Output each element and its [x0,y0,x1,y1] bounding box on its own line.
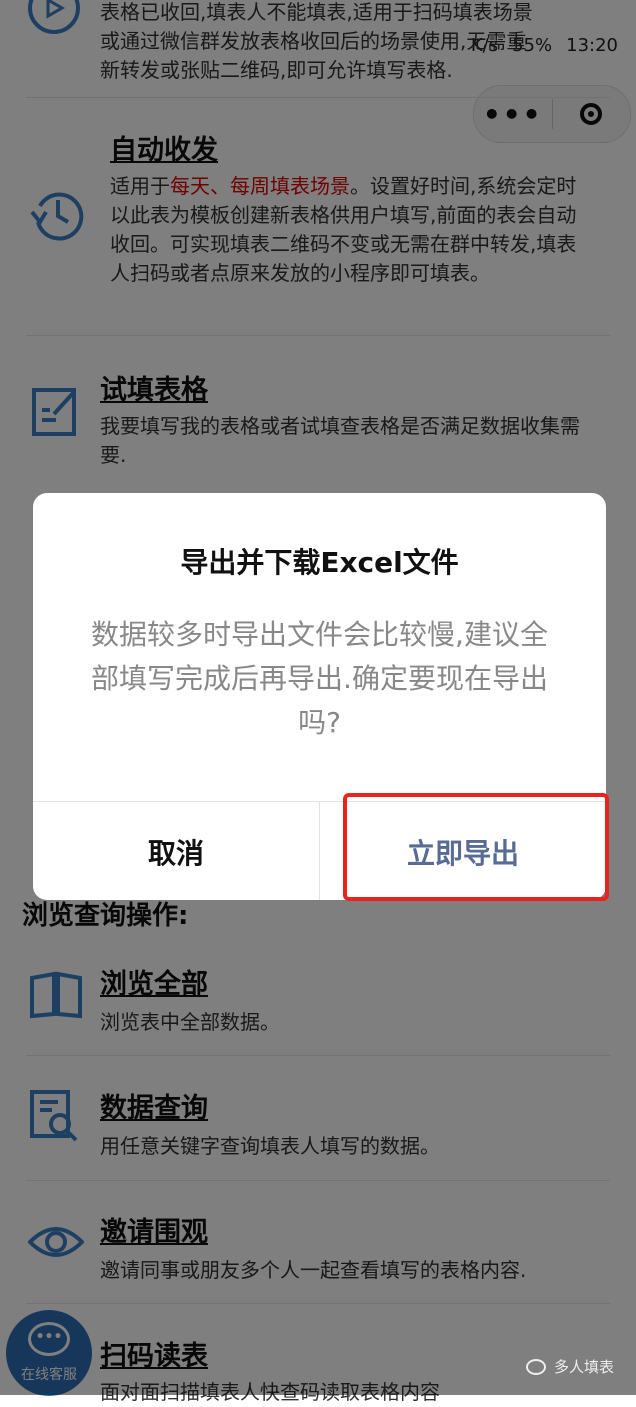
highlight-box [343,793,609,901]
dialog-message: 数据较多时导出文件会比较慢,建议全部填写完成后再导出.确定要现在导出吗? [91,618,548,739]
wechat-icon [525,1358,546,1375]
page: K/s 55% 13:20 表格已收回,填表人不能填表,适用于扫码填表场景 或通… [0,0,636,1404]
dialog-title: 导出并下载Excel文件 [180,546,459,579]
cancel-button[interactable]: 取消 [33,802,320,900]
watermark: 多人填表 [525,1356,614,1377]
brand-name: 多人填表 [553,1358,614,1376]
